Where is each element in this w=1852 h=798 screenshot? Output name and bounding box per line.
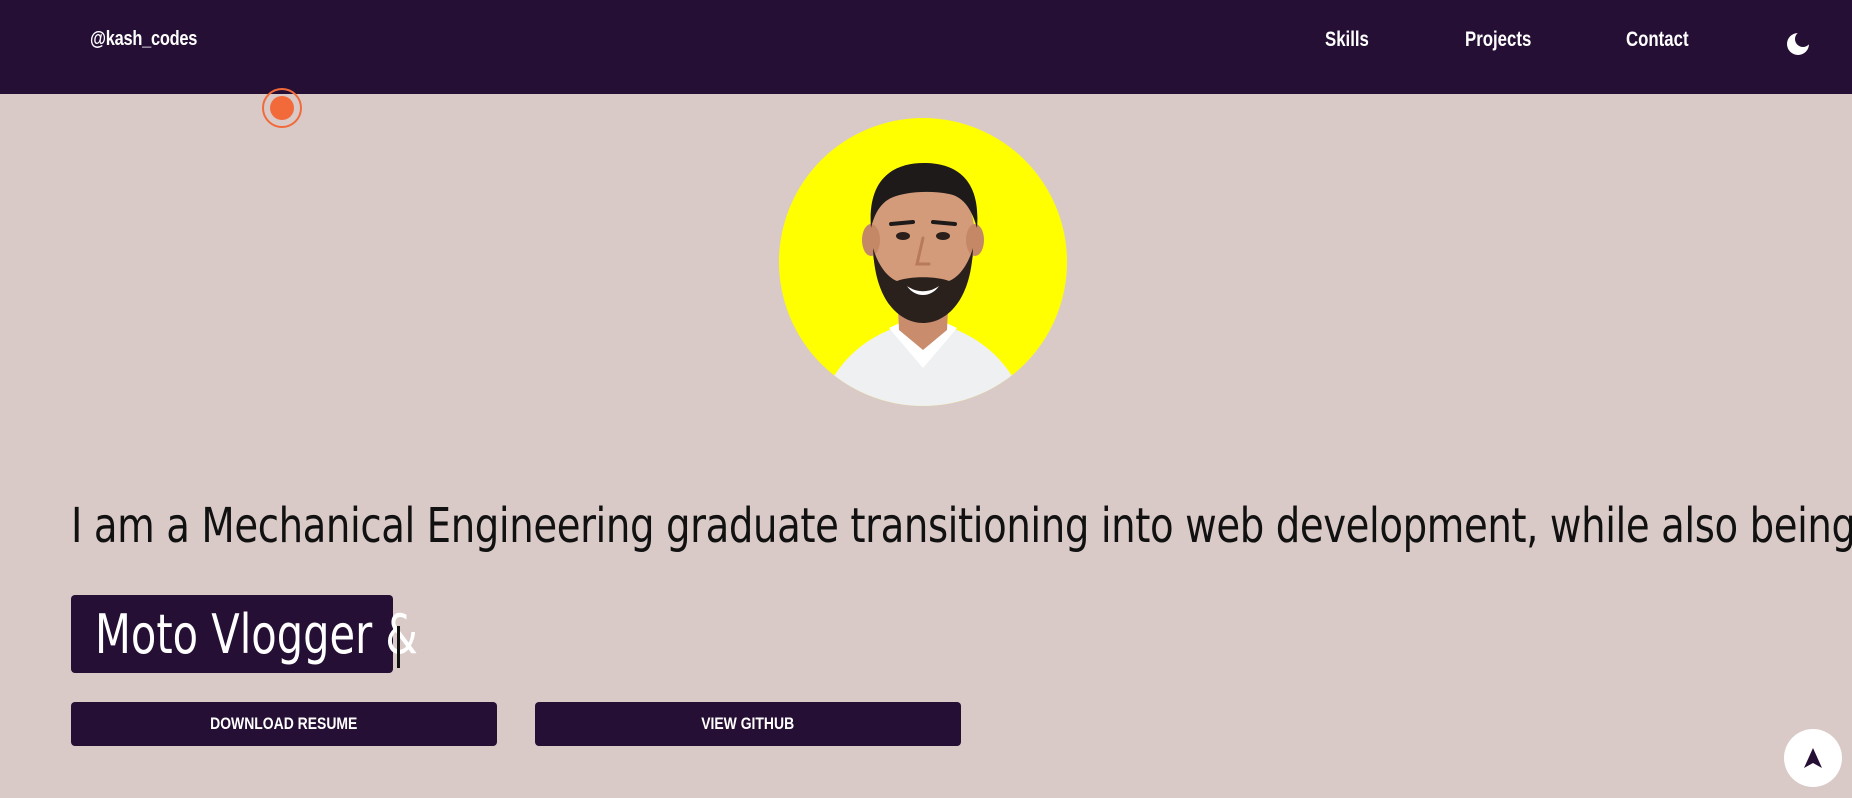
- nav-link-contact[interactable]: Contact: [1626, 28, 1689, 52]
- theme-toggle-button[interactable]: [1784, 30, 1812, 58]
- nav-link-skills[interactable]: Skills: [1325, 28, 1369, 52]
- cursor-dot-icon: [262, 88, 302, 128]
- profile-avatar: [779, 118, 1067, 406]
- typing-caret: [397, 626, 400, 668]
- typed-role-text: Moto Vlogger &: [95, 603, 418, 666]
- moon-icon: [1787, 31, 1811, 55]
- profile-photo-illustration: [819, 163, 1027, 406]
- scroll-top-button[interactable]: [1784, 729, 1842, 787]
- view-github-label: VIEW GITHUB: [701, 714, 795, 733]
- navigation-arrow-icon: [1804, 748, 1822, 768]
- download-resume-label: DOWNLOAD RESUME: [210, 714, 358, 733]
- download-resume-button[interactable]: DOWNLOAD RESUME: [71, 702, 497, 746]
- navbar: @kash_codes Skills Projects Contact: [0, 0, 1852, 94]
- nav-link-projects[interactable]: Projects: [1465, 28, 1531, 52]
- intro-text: I am a Mechanical Engineering graduate t…: [71, 498, 1852, 554]
- brand-logo[interactable]: @kash_codes: [90, 28, 197, 51]
- view-github-button[interactable]: VIEW GITHUB: [535, 702, 961, 746]
